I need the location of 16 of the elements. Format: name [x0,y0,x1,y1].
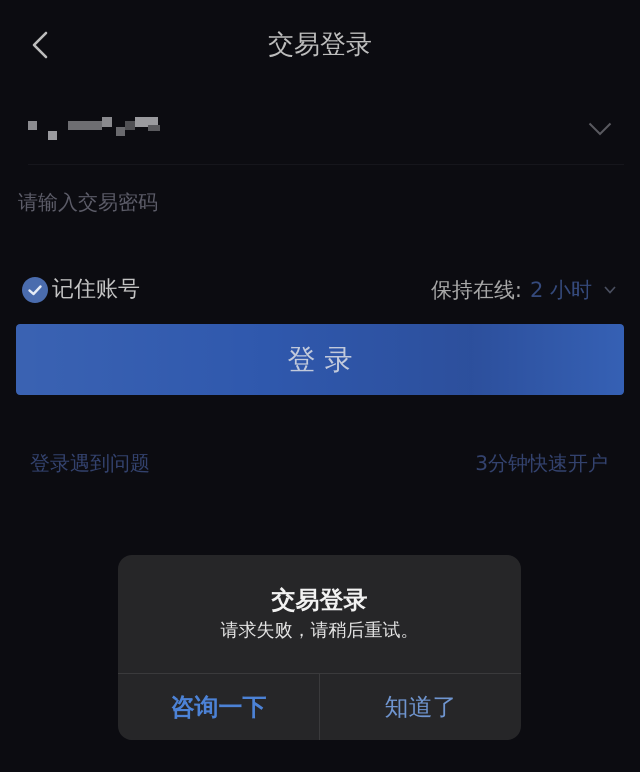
remember-account-label[interactable]: 记住账号 [52,276,140,304]
dialog-title: 交易登录 [272,585,368,615]
page-title: 交易登录 [268,29,372,62]
password-field[interactable]: 请输入交易密码 [16,187,624,217]
keep-online-value[interactable]: 2 小时 [530,276,592,304]
chevron-down-icon[interactable] [604,286,616,294]
text-link[interactable]: 登录遇到问题 [30,449,150,477]
checkbox-icon[interactable] [22,277,48,303]
keep-online-label: 保持在线: [430,277,522,304]
dialog-button[interactable]: 咨询一下 [118,674,319,740]
login-button[interactable]: 登 录 [16,324,624,395]
chevron-down-icon[interactable] [588,122,612,136]
dialog-button[interactable]: 知道了 [319,674,521,740]
back-icon[interactable] [31,31,49,59]
dialog-message: 请求失败，请稍后重试。 [220,619,418,643]
text-link[interactable]: 3分钟快速开户 [475,449,608,477]
